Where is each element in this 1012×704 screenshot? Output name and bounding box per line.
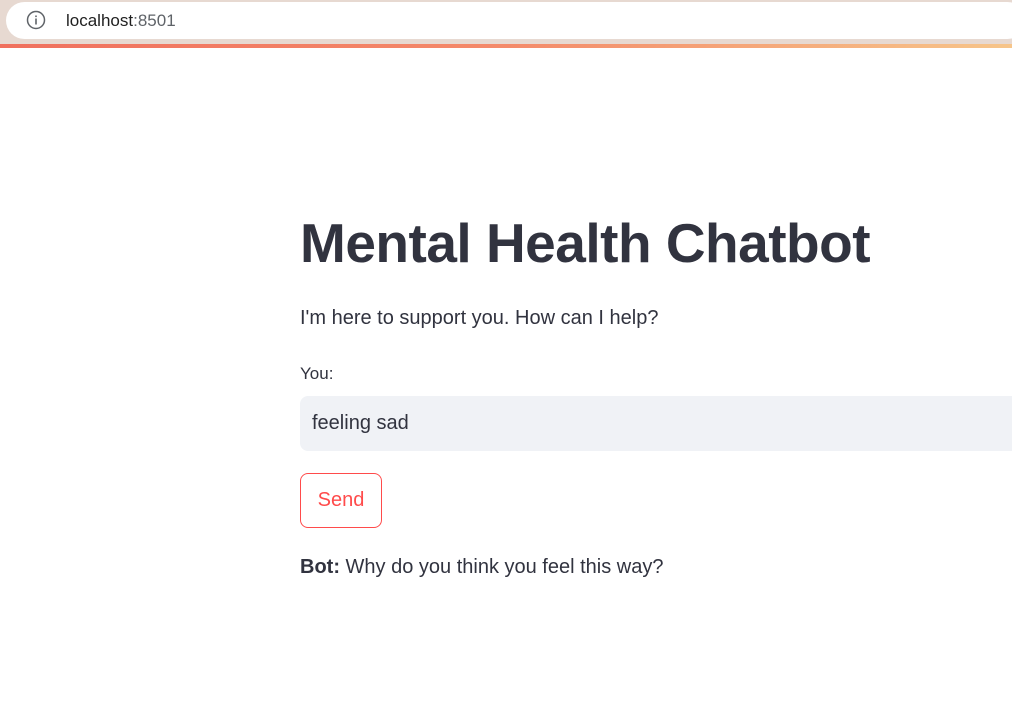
- message-input-label: You:: [300, 364, 334, 383]
- url-host: localhost: [66, 11, 134, 30]
- page-title: Mental Health Chatbot: [300, 212, 871, 274]
- address-bar[interactable]: localhost:8501: [6, 2, 1012, 39]
- bot-response: Bot: Why do you think you feel this way?: [300, 555, 663, 579]
- message-input[interactable]: [300, 396, 1012, 451]
- info-icon[interactable]: [26, 10, 46, 30]
- url-text[interactable]: localhost:8501: [66, 11, 176, 31]
- page-subtitle: I'm here to support you. How can I help?: [300, 307, 659, 329]
- app-main: Mental Health Chatbot I'm here to suppor…: [0, 48, 1012, 704]
- send-button[interactable]: Send: [300, 473, 382, 528]
- bot-response-prefix: Bot:: [300, 556, 340, 578]
- bot-response-text: Why do you think you feel this way?: [339, 556, 664, 578]
- url-port: :8501: [133, 11, 176, 30]
- browser-toolbar: localhost:8501: [0, 0, 1012, 44]
